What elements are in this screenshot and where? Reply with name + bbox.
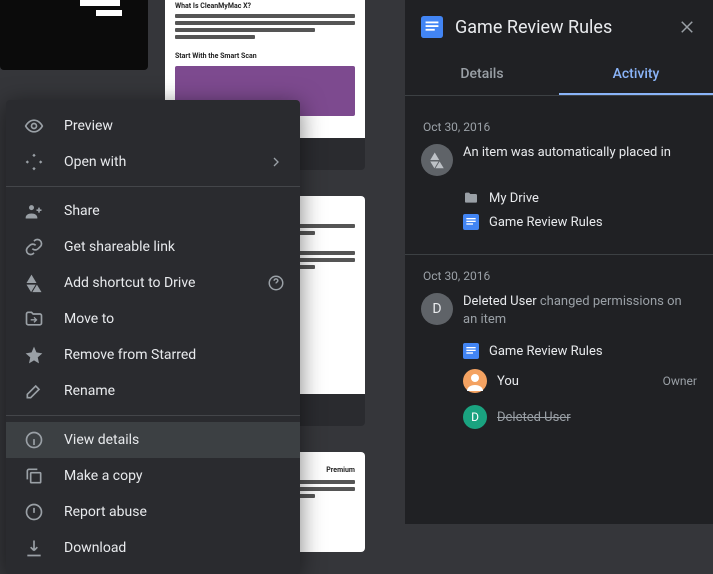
help-icon[interactable]	[266, 273, 286, 293]
google-docs-icon	[421, 16, 443, 38]
panel-header: Game Review Rules	[405, 0, 713, 54]
menu-item-label: Make a copy	[64, 468, 143, 484]
menu-item-remove-starred[interactable]: Remove from Starred	[6, 337, 300, 373]
eye-icon	[24, 116, 44, 136]
menu-item-label: Open with	[64, 154, 126, 170]
close-icon	[678, 18, 696, 36]
warning-icon	[24, 502, 44, 522]
menu-item-label: Add shortcut to Drive	[64, 275, 195, 291]
user-avatar: D	[463, 405, 487, 429]
nested-folder[interactable]: My Drive	[463, 186, 697, 210]
activity-date: Oct 30, 2016	[423, 120, 697, 134]
panel-title: Game Review Rules	[455, 17, 663, 38]
download-icon	[24, 538, 44, 558]
activity-text: An item was automatically placed in	[463, 144, 671, 176]
menu-item-make-copy[interactable]: Make a copy	[6, 458, 300, 494]
activity-divider	[405, 254, 713, 255]
menu-separator	[6, 415, 300, 416]
nested-label: Game Review Rules	[489, 215, 603, 230]
menu-item-preview[interactable]: Preview	[6, 108, 300, 144]
permission-row: You Owner	[463, 363, 697, 399]
menu-item-label: Get shareable link	[64, 239, 175, 255]
copy-icon	[24, 466, 44, 486]
folder-icon	[463, 190, 479, 206]
google-docs-icon	[463, 214, 479, 230]
activity-block: Oct 30, 2016 An item was automatically p…	[405, 110, 713, 250]
menu-item-download[interactable]: Download	[6, 530, 300, 566]
menu-item-label: Preview	[64, 118, 113, 134]
tab-details[interactable]: Details	[405, 54, 559, 95]
perm-role: Owner	[663, 374, 697, 388]
activity-list: Oct 30, 2016 An item was automatically p…	[405, 96, 713, 524]
folder-move-icon	[24, 309, 44, 329]
panel-tabs: Details Activity	[405, 54, 713, 96]
drive-plus-icon	[24, 273, 44, 293]
perm-name: Deleted User	[497, 410, 697, 425]
nested-doc[interactable]: Game Review Rules	[463, 339, 697, 363]
menu-item-label: Download	[64, 540, 126, 556]
menu-item-label: Report abuse	[64, 504, 147, 520]
open-with-icon	[24, 152, 44, 172]
menu-item-open-with[interactable]: Open with	[6, 144, 300, 180]
context-menu: Preview Open with Share Get shareable li…	[6, 100, 300, 574]
nested-doc[interactable]: Game Review Rules	[463, 210, 697, 234]
menu-item-label: Rename	[64, 383, 115, 399]
actor-avatar: D	[421, 293, 453, 325]
menu-item-share[interactable]: Share	[6, 193, 300, 229]
nested-label: Game Review Rules	[489, 344, 603, 359]
menu-item-add-shortcut[interactable]: Add shortcut to Drive	[6, 265, 300, 301]
nested-label: My Drive	[489, 191, 539, 206]
activity-text: Deleted User changed permissions on an i…	[463, 293, 697, 329]
menu-item-label: Share	[64, 203, 100, 219]
pencil-icon	[24, 381, 44, 401]
star-icon	[24, 345, 44, 365]
drive-system-avatar	[421, 144, 453, 176]
activity-block: Oct 30, 2016 D Deleted User changed perm…	[405, 259, 713, 451]
menu-item-label: Move to	[64, 311, 114, 327]
menu-item-label: View details	[64, 432, 139, 448]
perm-name: You	[497, 374, 653, 389]
file-card-thumb-dark[interactable]	[0, 0, 148, 70]
menu-item-move-to[interactable]: Move to	[6, 301, 300, 337]
tab-activity[interactable]: Activity	[559, 54, 713, 95]
google-docs-icon	[463, 343, 479, 359]
details-panel: Game Review Rules Details Activity Oct 3…	[405, 0, 713, 524]
info-icon	[24, 430, 44, 450]
close-button[interactable]	[675, 15, 699, 39]
menu-item-label: Remove from Starred	[64, 347, 196, 363]
activity-date: Oct 30, 2016	[423, 269, 697, 283]
chevron-right-icon	[266, 152, 286, 172]
person-add-icon	[24, 201, 44, 221]
menu-item-get-link[interactable]: Get shareable link	[6, 229, 300, 265]
link-icon	[24, 237, 44, 257]
menu-item-report-abuse[interactable]: Report abuse	[6, 494, 300, 530]
menu-item-view-details[interactable]: View details	[6, 422, 300, 458]
menu-item-rename[interactable]: Rename	[6, 373, 300, 409]
menu-separator	[6, 186, 300, 187]
permission-row: D Deleted User	[463, 399, 697, 435]
user-avatar	[463, 369, 487, 393]
